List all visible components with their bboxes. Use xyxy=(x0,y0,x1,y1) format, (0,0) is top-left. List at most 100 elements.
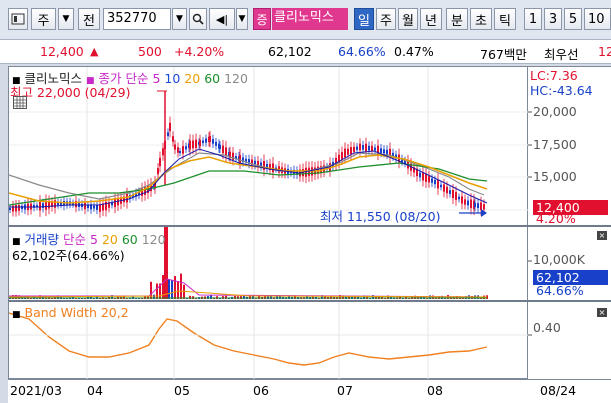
candle-body xyxy=(177,147,179,153)
candle-body xyxy=(126,193,128,203)
candle-body xyxy=(467,200,469,206)
period-year-tab[interactable]: 년 xyxy=(420,8,442,30)
period-second-tab[interactable]: 초 xyxy=(470,8,492,30)
volume-bar xyxy=(180,273,182,299)
change-percent: +4.20% xyxy=(174,44,225,59)
current-price: 12,400 xyxy=(40,44,84,59)
candle-body xyxy=(431,178,433,183)
candle-body xyxy=(157,168,159,175)
candle-body xyxy=(96,205,98,210)
close-bw-panel-icon[interactable]: × xyxy=(597,308,607,317)
volume-bar xyxy=(168,279,170,299)
current-price-tag: 12,400 xyxy=(533,200,608,215)
candle-body xyxy=(341,152,343,160)
interval-3-button[interactable]: 3 xyxy=(544,8,562,30)
period-month-tab[interactable]: 월 xyxy=(398,8,418,30)
y-tick-15000: 15,000 xyxy=(533,169,577,184)
x-label-06: 06 xyxy=(253,383,269,398)
candle-body xyxy=(480,202,482,210)
candle-body xyxy=(114,198,116,208)
interval-1-button[interactable]: 1 xyxy=(524,8,542,30)
legend-ma10: 10 xyxy=(164,71,181,86)
period-day-tab[interactable]: 일 xyxy=(354,8,374,30)
candle-body xyxy=(347,148,349,155)
trade-amount: 767백만 xyxy=(480,47,527,62)
y-tick-17500: 17,500 xyxy=(533,137,577,152)
volume-pct-tag: 64.66% xyxy=(536,285,584,298)
speaker-dropdown-icon[interactable]: ▼ xyxy=(236,8,248,30)
high-annotation: 최고 22,000 (04/29) xyxy=(10,85,131,100)
candle-body xyxy=(202,140,204,144)
x-label-07: 07 xyxy=(337,383,353,398)
legend-ma60: 60 xyxy=(204,71,221,86)
candle-body xyxy=(371,145,373,152)
candle-body xyxy=(308,167,310,176)
bw-legend-square-icon: ■ xyxy=(12,310,21,320)
margin-badge[interactable]: 증 xyxy=(253,8,271,30)
bandwidth-label: Band Width 20,2 xyxy=(24,305,129,320)
low-annotation: 최저 11,550 (08/20) xyxy=(320,209,441,224)
candle-body xyxy=(464,199,466,205)
candle-body xyxy=(159,157,161,167)
stock-code-input[interactable]: 352770 xyxy=(103,8,171,30)
speaker-icon[interactable]: ◀| xyxy=(209,8,235,30)
legend-ma120: 120 xyxy=(224,71,248,86)
candle-body xyxy=(9,208,11,210)
candle-body xyxy=(111,202,113,206)
volume-ma5-line xyxy=(9,278,488,298)
cursor-date: 08/24 xyxy=(540,383,577,398)
candle-body xyxy=(219,145,221,149)
code-dropdown-icon[interactable]: ▼ xyxy=(172,8,187,30)
volume-bar xyxy=(183,284,185,299)
interval-5-button[interactable]: 5 xyxy=(564,8,582,30)
chart-area[interactable] xyxy=(8,66,529,380)
grid-icon[interactable] xyxy=(13,96,27,109)
candle-body xyxy=(383,149,385,154)
volume-bar xyxy=(177,281,179,299)
x-axis: 2021/03 04 05 06 07 08 08/24 xyxy=(8,379,611,403)
bandwidth-line xyxy=(9,312,488,366)
volume-legend-ma120: 120 xyxy=(141,232,166,247)
candle-body xyxy=(209,135,211,143)
bw-y-tick: 0.40 xyxy=(533,320,561,335)
candle-body xyxy=(470,199,472,209)
panel-divider-1[interactable] xyxy=(8,225,611,227)
close-volume-panel-icon[interactable]: × xyxy=(597,231,607,240)
stock-type-select[interactable]: 주 xyxy=(31,8,56,30)
volume-bar xyxy=(156,283,158,299)
turnover-rate: 0.47% xyxy=(394,44,434,59)
candle-body xyxy=(443,184,445,192)
period-week-tab[interactable]: 주 xyxy=(376,8,396,30)
candle-body xyxy=(455,192,457,200)
volume-bar xyxy=(225,295,227,299)
up-arrow-icon: ▲ xyxy=(90,45,99,58)
hc-value: HC:-43.64 xyxy=(530,83,593,98)
candle-body xyxy=(449,190,451,194)
candle-body xyxy=(344,148,346,158)
period-tick-tab[interactable]: 틱 xyxy=(494,8,516,30)
candle-body xyxy=(437,179,439,189)
price-change: 500 xyxy=(138,44,162,59)
candle-body xyxy=(368,145,370,151)
volume-bar xyxy=(189,295,191,299)
candle-body xyxy=(446,186,448,194)
all-button[interactable]: 전 xyxy=(78,8,100,30)
candle-body xyxy=(452,190,454,198)
candle-body xyxy=(419,172,421,178)
candle-body xyxy=(93,205,95,209)
chart-canvas[interactable] xyxy=(9,67,529,380)
chart-type-icon[interactable] xyxy=(8,8,28,30)
candle-body xyxy=(172,136,174,142)
x-label-05: 05 xyxy=(174,383,190,398)
candle-body xyxy=(272,163,274,173)
chevron-down-icon[interactable]: ▼ xyxy=(58,8,74,30)
candle-body xyxy=(434,179,436,185)
panel-divider-2[interactable] xyxy=(8,300,611,302)
period-minute-tab[interactable]: 분 xyxy=(446,8,468,30)
interval-10-button[interactable]: 10 xyxy=(584,8,611,30)
candle-body xyxy=(362,145,364,150)
search-icon[interactable] xyxy=(189,8,207,30)
candle-body xyxy=(428,175,430,183)
bandwidth-legend: ■ Band Width 20,2 xyxy=(12,305,129,320)
candle-body xyxy=(195,139,197,148)
